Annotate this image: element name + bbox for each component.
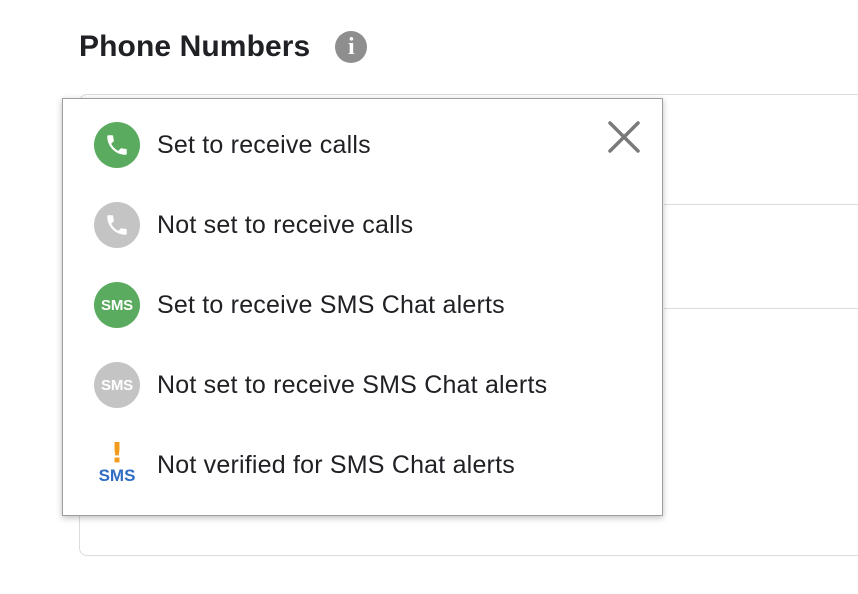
legend-item: Set to receive calls xyxy=(93,121,547,201)
legend-label: Set to receive SMS Chat alerts xyxy=(157,291,505,319)
card-divider xyxy=(664,204,858,205)
legend-list: Set to receive calls Not set to receive … xyxy=(93,121,547,521)
sms-active-icon: SMS xyxy=(94,282,140,328)
sms-unverified-icon: ! SMS xyxy=(98,436,136,485)
legend-label: Not set to receive calls xyxy=(157,211,414,239)
sms-inactive-icon: SMS xyxy=(94,362,140,408)
close-icon xyxy=(608,121,640,153)
legend-item: Not set to receive calls xyxy=(93,201,547,281)
icon-legend-popup: Set to receive calls Not set to receive … xyxy=(62,98,663,516)
phone-active-icon xyxy=(94,122,140,168)
legend-label: Set to receive calls xyxy=(157,131,371,159)
legend-item: SMS Set to receive SMS Chat alerts xyxy=(93,281,547,361)
legend-label: Not set to receive SMS Chat alerts xyxy=(157,371,548,399)
legend-item: ! SMS Not verified for SMS Chat alerts xyxy=(93,436,547,521)
page: Phone Numbers i Set to receive calls Not… xyxy=(0,0,858,594)
info-icon[interactable]: i xyxy=(335,31,368,63)
phone-inactive-icon xyxy=(94,202,140,248)
card-divider xyxy=(664,308,858,309)
close-button[interactable] xyxy=(606,119,642,155)
legend-item: SMS Not set to receive SMS Chat alerts xyxy=(93,361,547,441)
section-title: Phone Numbers xyxy=(79,30,311,63)
legend-label: Not verified for SMS Chat alerts xyxy=(157,451,515,479)
section-header: Phone Numbers i xyxy=(79,30,368,64)
